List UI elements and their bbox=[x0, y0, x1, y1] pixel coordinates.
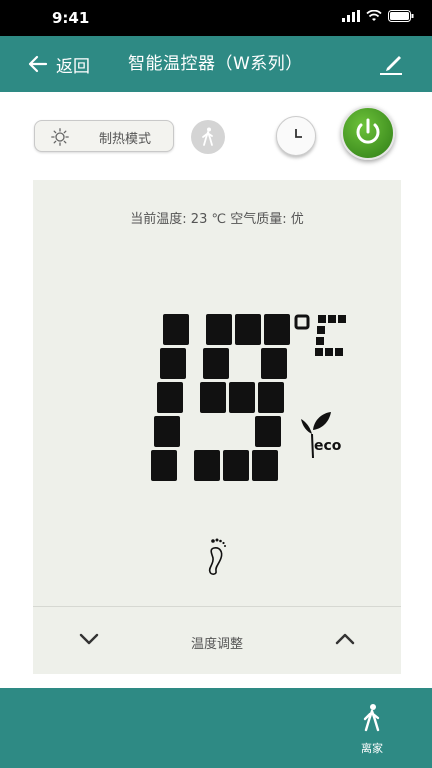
status-icons bbox=[342, 10, 414, 22]
sun-icon bbox=[51, 128, 69, 146]
temperature-adjust-row: 温度调整 bbox=[33, 607, 401, 674]
person-walk-icon bbox=[363, 704, 380, 732]
power-button[interactable] bbox=[341, 106, 395, 160]
foot-icon bbox=[208, 538, 226, 575]
power-icon bbox=[356, 118, 380, 144]
celsius-symbol bbox=[294, 314, 346, 356]
walk-icon bbox=[202, 127, 213, 146]
away-mode-toggle[interactable] bbox=[191, 120, 225, 154]
status-bar: 9:41 bbox=[0, 0, 432, 36]
edit-icon[interactable] bbox=[378, 52, 404, 76]
timer-button[interactable] bbox=[276, 116, 316, 156]
away-label: 离家 bbox=[361, 742, 383, 755]
page-title: 智能温控器（W系列） bbox=[128, 54, 303, 74]
wifi-icon bbox=[366, 10, 382, 21]
back-button[interactable]: 返回 bbox=[28, 36, 90, 92]
mode-button[interactable]: 制热模式 bbox=[34, 120, 174, 152]
chevron-up-icon[interactable] bbox=[333, 627, 357, 651]
status-time: 9:41 bbox=[52, 9, 90, 27]
eco-label: eco bbox=[314, 438, 342, 454]
controls-row: 制热模式 bbox=[0, 92, 432, 180]
back-label: 返回 bbox=[56, 56, 90, 77]
battery-icon bbox=[388, 10, 414, 22]
digit-one bbox=[151, 314, 189, 481]
back-arrow-icon bbox=[28, 55, 48, 73]
thermostat-panel: 当前温度: 23 ℃ 空气质量: 优 eco 温度调整 bbox=[33, 180, 401, 674]
temperature-display bbox=[151, 314, 346, 481]
away-button[interactable]: 离家 bbox=[352, 702, 392, 758]
signal-icon bbox=[342, 10, 360, 22]
header-bar: 返回 智能温控器（W系列） bbox=[0, 36, 432, 92]
mode-label: 制热模式 bbox=[99, 132, 152, 147]
clock-icon bbox=[295, 129, 302, 138]
digit-nine bbox=[194, 314, 290, 481]
footer-bar: 离家 bbox=[0, 688, 432, 768]
